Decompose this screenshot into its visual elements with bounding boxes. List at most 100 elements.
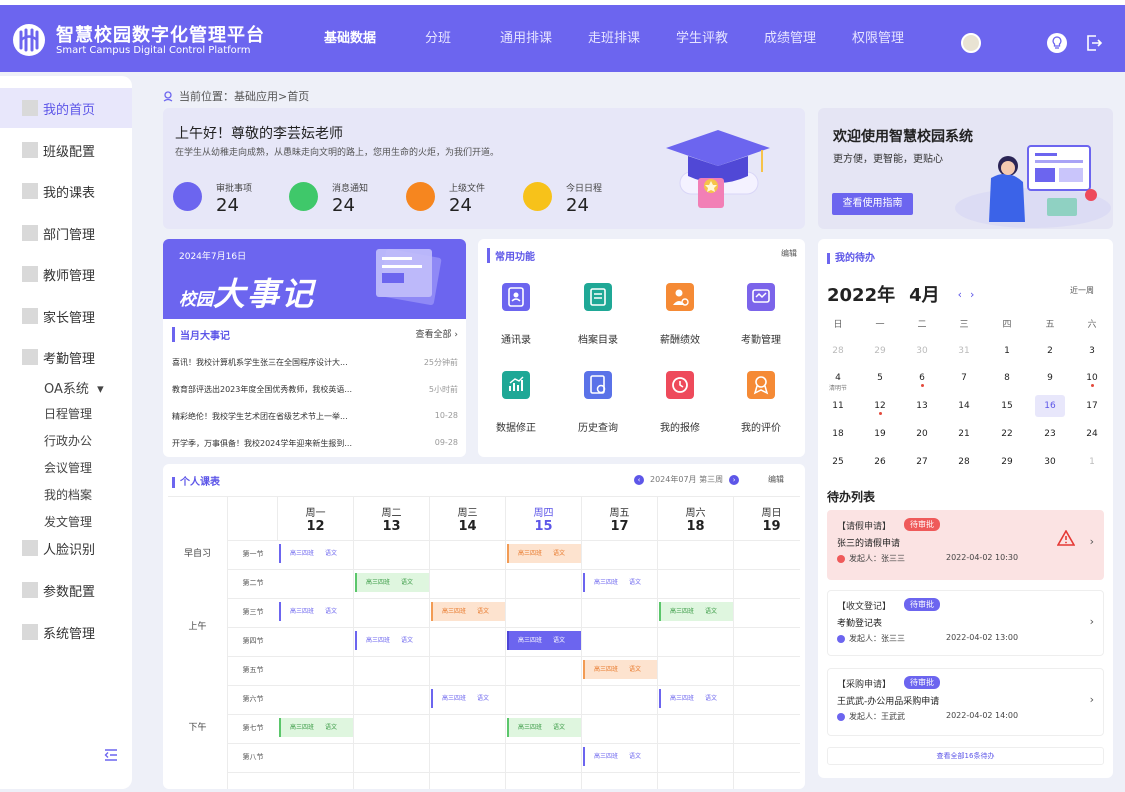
functions-edit-button[interactable]: 编辑 — [781, 248, 797, 263]
calendar-day[interactable]: 30 — [907, 346, 937, 356]
class-cell[interactable]: 高三四班 语文 — [583, 747, 657, 766]
todo-item[interactable]: 【请假申请】 待审批 张三的请假申请 发起人：张三三 2022-04-02 10:30 › — [827, 510, 1104, 580]
calendar-day[interactable]: 22 — [992, 429, 1022, 439]
calendar-day[interactable]: 1 — [992, 346, 1022, 356]
collapse-sidebar-icon[interactable] — [103, 747, 119, 763]
calendar-day[interactable]: 19 — [865, 429, 895, 439]
calendar-day[interactable]: 13 — [907, 401, 937, 411]
calendar-day[interactable]: 15 — [992, 401, 1022, 411]
calendar-day[interactable]: 5 — [865, 373, 895, 383]
nav-item[interactable]: 基础数据 — [310, 5, 390, 72]
calendar-day[interactable]: 31 — [949, 346, 979, 356]
events-view-all-link[interactable]: 查看全部 › — [416, 327, 458, 342]
class-cell[interactable]: 高三四班 语文 — [659, 689, 733, 708]
function-item[interactable]: 考勤管理 — [726, 283, 796, 346]
event-row[interactable]: 开学季，万事俱备！我校2024学年迎来新生报到... 09-28 — [172, 438, 458, 449]
nav-item[interactable]: 权限管理 — [838, 5, 918, 72]
function-item[interactable]: 我的评价 — [726, 371, 796, 434]
calendar-day[interactable]: 21 — [949, 429, 979, 439]
events-banner[interactable]: 2024年7月16日 校园大事记 — [163, 239, 466, 319]
calendar-day[interactable]: 6 — [907, 373, 937, 387]
nav-item[interactable]: 学生评教 — [662, 5, 742, 72]
stat-item[interactable]: 今日日程 24 — [523, 178, 633, 218]
class-cell[interactable]: 高三四班 语文 — [279, 602, 353, 621]
logout-icon[interactable] — [1083, 32, 1105, 54]
event-row[interactable]: 喜讯！我校计算机系学生张三在全国程序设计大... 25分钟前 — [172, 357, 458, 368]
sidebar-item-oa[interactable]: OA系统 ▾ — [44, 378, 104, 397]
next-month-icon[interactable]: › — [970, 288, 982, 301]
sidebar-item[interactable]: 班级配置 — [0, 130, 132, 170]
sidebar-subitem[interactable]: 会议管理 — [44, 459, 92, 476]
sidebar-item[interactable]: 我的首页 — [0, 88, 132, 128]
stat-item[interactable]: 上级文件 24 — [406, 178, 516, 218]
calendar-day[interactable]: 12 — [865, 401, 895, 415]
nav-item[interactable]: 成绩管理 — [750, 5, 830, 72]
sidebar-subitem[interactable]: 日程管理 — [44, 405, 92, 422]
calendar-day[interactable]: 26 — [865, 457, 895, 467]
sidebar-item[interactable]: 我的课表 — [0, 171, 132, 211]
sidebar-item[interactable]: 参数配置 — [0, 570, 132, 610]
sidebar-item[interactable]: 系统管理 — [0, 612, 132, 652]
calendar-day[interactable]: 4 清明节 — [823, 373, 853, 392]
function-item[interactable]: 薪酬绩效 — [645, 283, 715, 346]
calendar-day[interactable]: 24 — [1077, 429, 1107, 439]
calendar-day[interactable]: 16 — [1035, 395, 1065, 417]
class-cell[interactable]: 高三四班 语文 — [507, 718, 581, 737]
class-cell[interactable]: 高三四班 语文 — [279, 718, 353, 737]
next-week-icon[interactable]: › — [729, 474, 740, 485]
recent-week-button[interactable]: 近一周 — [1070, 285, 1094, 296]
sidebar-item[interactable]: 人脸识别 — [0, 528, 132, 568]
class-cell[interactable]: 高三四班 语文 — [355, 573, 429, 592]
calendar-day[interactable]: 11 — [823, 401, 853, 411]
todo-item[interactable]: 【采购申请】 待审批 王武武-办公用品采购申请 发起人：王武武 2022-04-02 1… — [827, 668, 1104, 736]
sidebar-item[interactable]: 家长管理 — [0, 296, 132, 336]
event-row[interactable]: 精彩绝伦！我校学生艺术团在省级艺术节上一举... 10-28 — [172, 411, 458, 422]
class-cell[interactable]: 高三四班 语文 — [279, 544, 353, 563]
prev-month-icon[interactable]: ‹ — [958, 288, 970, 301]
function-item[interactable]: 数据修正 — [481, 371, 551, 434]
class-cell[interactable]: 高三四班 语文 — [583, 573, 657, 592]
calendar-day[interactable]: 14 — [949, 401, 979, 411]
calendar-day[interactable]: 23 — [1035, 429, 1065, 439]
sidebar-subitem[interactable]: 行政办公 — [44, 432, 92, 449]
function-item[interactable]: 档案目录 — [563, 283, 633, 346]
class-cell[interactable]: 高三四班 语文 — [431, 602, 505, 621]
calendar-day[interactable]: 18 — [823, 429, 853, 439]
nav-item[interactable]: 分班 — [398, 5, 478, 72]
view-all-todos-button[interactable]: 查看全部16条待办 — [827, 747, 1104, 765]
avatar[interactable] — [961, 33, 981, 53]
calendar-day[interactable]: 10 — [1077, 373, 1107, 387]
calendar-day[interactable]: 3 — [1077, 346, 1107, 356]
class-cell[interactable]: 高三四班 语文 — [659, 602, 733, 621]
todo-item[interactable]: 【收文登记】 待审批 考勤登记表 发起人：张三三 2022-04-02 13:00 › — [827, 590, 1104, 656]
calendar-day[interactable]: 29 — [992, 457, 1022, 467]
class-cell[interactable]: 高三四班 语文 — [431, 689, 505, 708]
calendar-day[interactable]: 1 — [1077, 457, 1107, 467]
prev-week-icon[interactable]: ‹ — [634, 474, 644, 485]
calendar-day[interactable]: 7 — [949, 373, 979, 383]
view-guide-button[interactable]: 查看使用指南 — [832, 193, 913, 215]
class-cell[interactable]: 高三四班 语文 — [583, 660, 657, 679]
sidebar-item[interactable]: 教师管理 — [0, 254, 132, 294]
calendar-day[interactable]: 30 — [1035, 457, 1065, 467]
stat-item[interactable]: 消息通知 24 — [289, 178, 399, 218]
sidebar-item[interactable]: 部门管理 — [0, 213, 132, 253]
calendar-day[interactable]: 28 — [823, 346, 853, 356]
stat-item[interactable]: 审批事项 24 — [173, 178, 283, 218]
function-item[interactable]: 通讯录 — [481, 283, 551, 346]
calendar-day[interactable]: 17 — [1077, 401, 1107, 411]
nav-item[interactable]: 走班排课 — [574, 5, 654, 72]
calendar-day[interactable]: 25 — [823, 457, 853, 467]
calendar-day[interactable]: 28 — [949, 457, 979, 467]
class-cell[interactable]: 高三四班 语文 — [507, 544, 581, 563]
function-item[interactable]: 我的报修 — [645, 371, 715, 434]
calendar-day[interactable]: 9 — [1035, 373, 1065, 383]
calendar-day[interactable]: 29 — [865, 346, 895, 356]
lightbulb-icon[interactable] — [1046, 32, 1068, 54]
nav-item[interactable]: 通用排课 — [486, 5, 566, 72]
sidebar-subitem[interactable]: 我的档案 — [44, 486, 92, 503]
event-row[interactable]: 教育部评选出2023年度全国优秀教师，我校英语... 5小时前 — [172, 384, 458, 395]
calendar-day[interactable]: 2 — [1035, 346, 1065, 356]
calendar-day[interactable]: 27 — [907, 457, 937, 467]
function-item[interactable]: 历史查询 — [563, 371, 633, 434]
